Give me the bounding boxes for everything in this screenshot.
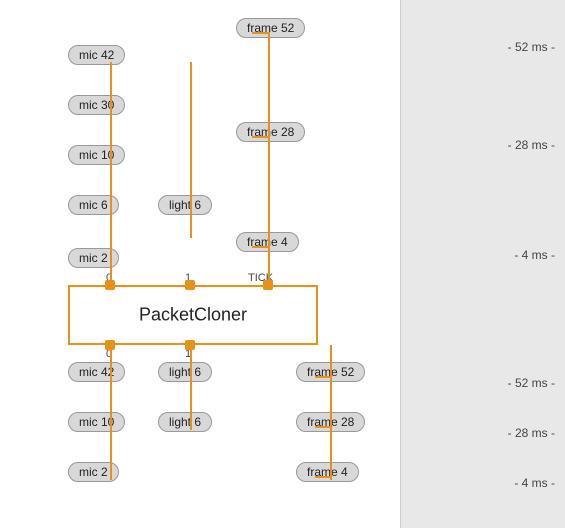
- packet-cloner-box: PacketCloner: [68, 285, 318, 345]
- vline-left: [110, 62, 112, 288]
- dot-port1-bot: [185, 340, 195, 350]
- dot-port0-top: [105, 280, 115, 290]
- node-mic10-bot: mic 10: [68, 412, 125, 432]
- hline-frame52-bot: [315, 376, 331, 378]
- node-mic30-top: mic 30: [68, 95, 125, 115]
- ruler-4ms-bot: - 4 ms -: [514, 476, 555, 490]
- dot-tick-top: [263, 280, 273, 290]
- vline-out-left: [110, 345, 112, 480]
- ruler-52ms-bot: - 52 ms -: [508, 376, 555, 390]
- vline-right: [268, 32, 270, 290]
- ruler-4ms-top: - 4 ms -: [514, 248, 555, 262]
- hline-frame52-top: [252, 32, 268, 34]
- node-mic42-bot: mic 42: [68, 362, 125, 382]
- vline-middle: [190, 62, 192, 238]
- dot-port1-top: [185, 280, 195, 290]
- hline-frame4-top: [252, 246, 268, 248]
- node-frame52-top: frame 52: [236, 18, 305, 38]
- node-mic10-top: mic 10: [68, 145, 125, 165]
- node-frame4-bot: frame 4: [296, 462, 359, 482]
- ruler-28ms-top: - 28 ms -: [508, 138, 555, 152]
- packet-cloner-label: PacketCloner: [70, 305, 316, 326]
- node-light6b-bot: light 6: [158, 412, 212, 432]
- hline-frame4-bot: [315, 476, 331, 478]
- node-mic42-top: mic 42: [68, 45, 125, 65]
- hline-frame28-bot: [315, 426, 331, 428]
- ruler-area: - 52 ms - - 28 ms - - 4 ms - - 52 ms - -…: [400, 0, 565, 528]
- diagram-area: mic 42 mic 30 mic 10 mic 6 light 6 mic 2…: [0, 0, 400, 528]
- node-light6-top: light 6: [158, 195, 212, 215]
- hline-frame28-top: [252, 136, 268, 138]
- node-frame28-top: frame 28: [236, 122, 305, 142]
- dot-port0-bot: [105, 340, 115, 350]
- vline-out-right: [330, 345, 332, 480]
- vline-out-middle: [190, 345, 192, 430]
- node-light6a-bot: light 6: [158, 362, 212, 382]
- ruler-28ms-bot: - 28 ms -: [508, 426, 555, 440]
- ruler-52ms-top: - 52 ms -: [508, 40, 555, 54]
